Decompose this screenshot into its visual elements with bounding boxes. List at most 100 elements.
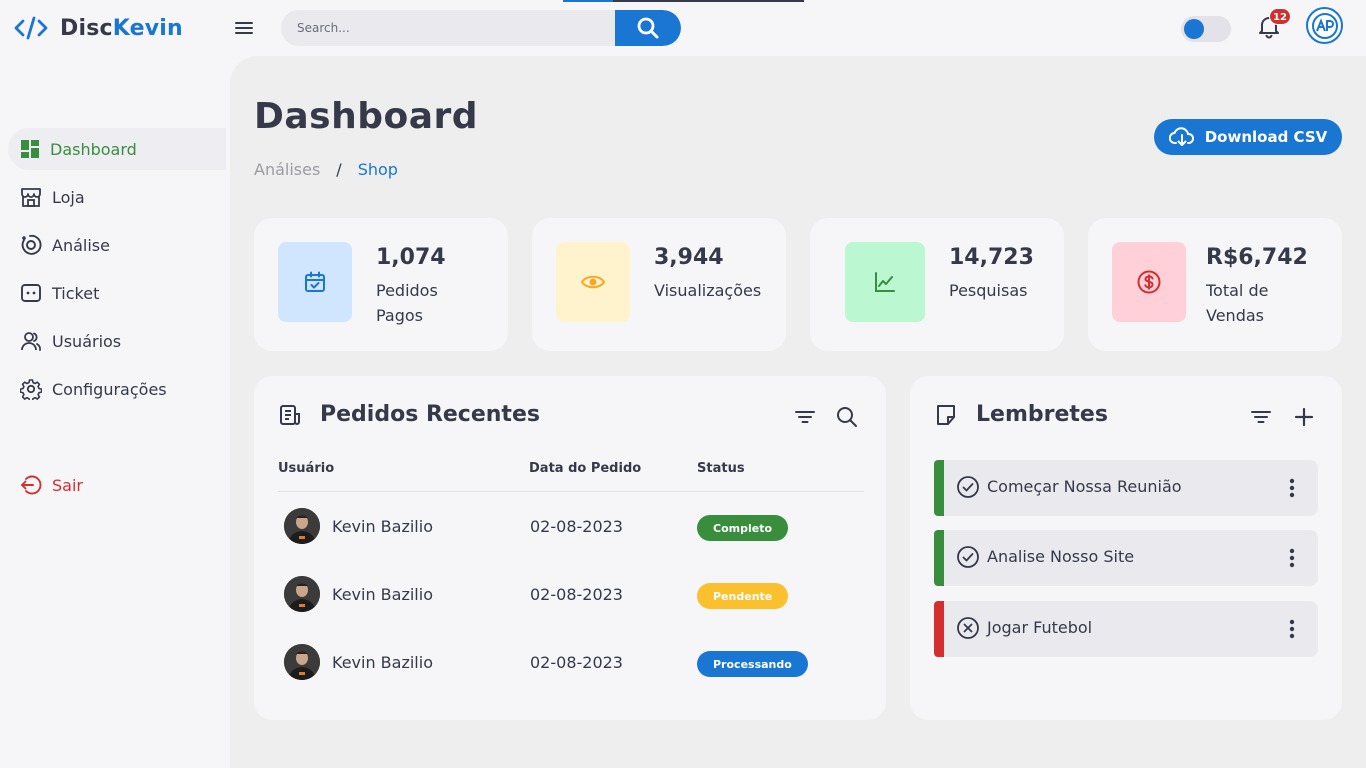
recent-orders-title: Pedidos Recentes (278, 402, 540, 427)
stat-label: Pesquisas (949, 278, 1027, 303)
table-row-user[interactable]: Kevin Bazilio (284, 576, 433, 612)
avatar (284, 576, 320, 612)
user-name: Kevin Bazilio (332, 652, 433, 672)
table-divider (278, 491, 864, 492)
more-options-button[interactable] (1280, 615, 1304, 643)
reminder-text: Começar Nossa Reunião (987, 477, 1182, 496)
top-accent-line (563, 0, 804, 2)
column-header-status[interactable]: Status (697, 461, 745, 476)
check-circle-icon[interactable] (956, 475, 980, 499)
reminder-status-bar (934, 601, 944, 657)
profile-avatar[interactable] (1306, 7, 1343, 44)
calendar-check-icon (305, 271, 325, 292)
more-options-button[interactable] (1280, 544, 1304, 572)
search-icon (837, 407, 857, 427)
download-csv-label: Download CSV (1204, 128, 1328, 146)
sidebar-item-dashboard[interactable]: Dashboard (8, 128, 226, 170)
more-options-button[interactable] (1280, 474, 1304, 502)
stat-label-line: Vendas (1206, 306, 1264, 325)
table-row-user[interactable]: Kevin Bazilio (284, 508, 433, 544)
order-date: 02-08-2023 (530, 517, 623, 536)
brand-name-part1: Disc (60, 15, 113, 41)
search-orders-button[interactable] (834, 404, 860, 430)
status-badge-processando: Processando (697, 651, 808, 677)
reminder-item[interactable]: Analise Nosso Site (934, 530, 1318, 586)
dollar-icon (1137, 270, 1161, 294)
plus-icon (1294, 407, 1314, 427)
stat-label: Pedidos Pagos (376, 278, 438, 328)
order-date: 02-08-2023 (530, 585, 623, 604)
reminder-item[interactable]: Começar Nossa Reunião (934, 460, 1318, 516)
logout-button[interactable]: Sair (8, 464, 226, 506)
stat-label: Total de Vendas (1206, 278, 1268, 328)
sidebar-item-label: Ticket (52, 283, 100, 303)
more-vertical-icon (1289, 548, 1295, 568)
dashboard-icon (21, 140, 39, 158)
recent-orders-heading: Pedidos Recentes (320, 402, 540, 427)
top-bar: DiscKevin 12 (0, 0, 1366, 56)
breadcrumb-analises[interactable]: Análises (254, 160, 320, 179)
toggle-knob (1184, 19, 1204, 39)
status-badge-pendente: Pendente (697, 583, 789, 609)
main-content: Dashboard Análises / Shop Download CSV 1… (230, 56, 1366, 768)
filter-button[interactable] (1248, 404, 1274, 430)
sidebar-item-configuracoes[interactable]: Configurações (8, 368, 226, 410)
more-vertical-icon (1289, 619, 1295, 639)
sidebar-item-analise[interactable]: Análise (8, 224, 226, 266)
ticket-icon (21, 284, 41, 302)
line-chart-icon (875, 272, 895, 292)
stat-icon-box (1112, 242, 1186, 322)
stat-value: R$6,742 (1206, 245, 1308, 270)
check-circle-icon[interactable] (956, 545, 980, 569)
eye-icon (580, 275, 606, 289)
sidebar: Dashboard Loja Análise Ticket Usuários C… (0, 56, 230, 768)
logout-icon (21, 475, 42, 495)
search-button[interactable] (615, 10, 681, 46)
page-title: Dashboard (254, 96, 479, 137)
reminders-panel: Lembretes Começar Nossa Reunião Analise … (910, 376, 1342, 720)
breadcrumb-shop[interactable]: Shop (358, 160, 398, 179)
column-header-data[interactable]: Data do Pedido (529, 461, 641, 476)
search-input[interactable] (297, 10, 617, 46)
stat-value: 1,074 (376, 245, 446, 270)
sidebar-item-loja[interactable]: Loja (8, 176, 226, 218)
add-reminder-button[interactable] (1291, 404, 1317, 430)
theme-toggle[interactable] (1181, 16, 1231, 42)
stat-card-visualizacoes: 3,944 Visualizações (532, 218, 786, 351)
more-vertical-icon (1289, 478, 1295, 498)
search-bar (281, 10, 681, 46)
breadcrumb-separator: / (336, 160, 342, 179)
brand-name-part2: Kevin (112, 15, 183, 41)
brand-logo[interactable]: DiscKevin (14, 13, 183, 43)
avatar (284, 508, 320, 544)
sidebar-item-label: Configurações (52, 379, 167, 399)
filter-icon (1251, 411, 1271, 423)
order-date: 02-08-2023 (530, 653, 623, 672)
analytics-icon (21, 234, 42, 255)
table-row-user[interactable]: Kevin Bazilio (284, 644, 433, 680)
menu-icon[interactable] (232, 16, 256, 40)
status-badge-completo: Completo (697, 515, 789, 541)
column-header-usuario[interactable]: Usuário (278, 461, 334, 476)
reminder-item[interactable]: Jogar Futebol (934, 601, 1318, 657)
filter-button[interactable] (792, 404, 818, 430)
notifications-button[interactable]: 12 (1255, 8, 1291, 40)
cancel-circle-icon[interactable] (956, 616, 980, 640)
download-csv-button[interactable]: Download CSV (1154, 119, 1342, 155)
search-icon (637, 17, 659, 39)
stat-value: 3,944 (654, 245, 724, 270)
reminders-title: Lembretes (934, 402, 1108, 427)
sidebar-item-ticket[interactable]: Ticket (8, 272, 226, 314)
user-name: Kevin Bazilio (332, 584, 433, 604)
cloud-download-icon (1168, 127, 1194, 146)
stat-card-vendas: R$6,742 Total de Vendas (1088, 218, 1342, 351)
brand-name: DiscKevin (60, 16, 183, 41)
logout-label: Sair (52, 475, 83, 495)
stat-icon-box (278, 242, 352, 322)
recent-orders-panel: Pedidos Recentes Usuário Data do Pedido … (254, 376, 886, 720)
sidebar-item-usuarios[interactable]: Usuários (8, 320, 226, 362)
reminder-text: Jogar Futebol (987, 618, 1093, 637)
stat-card-pedidos: 1,074 Pedidos Pagos (254, 218, 508, 351)
avatar (284, 644, 320, 680)
stat-label-line: Pesquisas (949, 281, 1028, 300)
